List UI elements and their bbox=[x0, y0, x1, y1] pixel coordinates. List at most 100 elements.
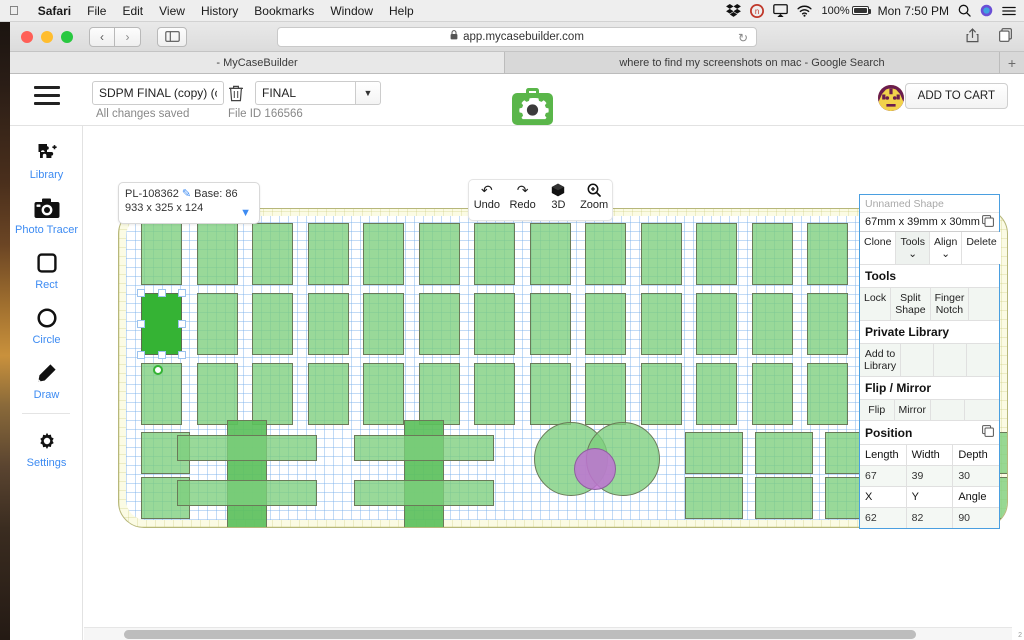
angle-input[interactable]: 90 bbox=[953, 508, 1000, 528]
browser-tab-0[interactable]: - MyCaseBuilder bbox=[10, 52, 505, 73]
align-dropdown-button[interactable]: Align ⌄ bbox=[929, 232, 963, 264]
resize-handle-4[interactable] bbox=[178, 320, 186, 328]
address-bar[interactable]: app.mycasebuilder.com ↻ bbox=[277, 26, 757, 47]
foam-cutout[interactable] bbox=[418, 223, 460, 285]
notification-center-icon[interactable] bbox=[1002, 5, 1016, 17]
forward-button[interactable]: › bbox=[115, 26, 141, 47]
finger-notch-button[interactable]: Finger Notch bbox=[930, 288, 970, 320]
share-icon[interactable] bbox=[966, 27, 979, 46]
redo-button[interactable]: ↷ Redo bbox=[505, 180, 541, 220]
foam-cutout[interactable] bbox=[640, 363, 682, 425]
foam-cutout[interactable] bbox=[363, 363, 404, 425]
maximize-window-button[interactable] bbox=[61, 30, 73, 43]
back-button[interactable]: ‹ bbox=[89, 26, 115, 47]
adblock-icon[interactable]: n bbox=[750, 3, 765, 18]
copy-icon[interactable] bbox=[982, 425, 994, 440]
tabs-overview-icon[interactable] bbox=[999, 27, 1012, 46]
foam-cutout[interactable] bbox=[474, 363, 515, 425]
add-to-cart-button[interactable]: ADD TO CART bbox=[904, 83, 1008, 109]
undo-button[interactable]: ↶ Undo bbox=[469, 180, 505, 220]
menubar-item-file[interactable]: File bbox=[79, 4, 114, 18]
chevron-down-icon[interactable]: ▼ bbox=[240, 207, 251, 219]
trash-icon[interactable] bbox=[228, 84, 244, 102]
foam-cutout[interactable] bbox=[196, 223, 238, 285]
dropbox-icon[interactable] bbox=[726, 4, 742, 17]
flip-button[interactable]: Flip bbox=[860, 400, 895, 420]
hamburger-icon[interactable] bbox=[34, 86, 60, 105]
foam-cutout[interactable] bbox=[252, 293, 293, 355]
foam-cutout[interactable] bbox=[474, 293, 515, 355]
copy-icon[interactable] bbox=[982, 214, 994, 230]
y-input[interactable]: 82 bbox=[906, 508, 954, 528]
foam-cutout[interactable] bbox=[696, 363, 737, 425]
foam-cutout-horizontal[interactable] bbox=[354, 480, 494, 506]
sidebar-item-draw[interactable]: Draw bbox=[10, 346, 83, 401]
foam-cutout[interactable] bbox=[755, 477, 813, 519]
reload-icon[interactable]: ↻ bbox=[738, 31, 748, 45]
foam-cutout-horizontal[interactable] bbox=[177, 480, 317, 506]
foam-cutout[interactable] bbox=[363, 293, 404, 355]
foam-cutout[interactable] bbox=[751, 223, 793, 285]
foam-cutout[interactable] bbox=[640, 293, 682, 355]
foam-cutout[interactable] bbox=[685, 432, 743, 474]
sidebar-item-library[interactable]: Library bbox=[10, 126, 83, 181]
sidebar-item-photo-tracer[interactable]: Photo Tracer bbox=[10, 181, 83, 236]
rotation-anchor-handle[interactable] bbox=[153, 365, 163, 375]
foam-cutout-horizontal[interactable] bbox=[354, 435, 494, 461]
foam-cutout[interactable] bbox=[585, 363, 626, 425]
resize-handle-7[interactable] bbox=[178, 351, 186, 359]
airplay-icon[interactable] bbox=[773, 4, 789, 17]
width-input[interactable]: 39 bbox=[906, 466, 954, 486]
foam-cutout[interactable] bbox=[640, 223, 682, 285]
menubar-item-help[interactable]: Help bbox=[381, 4, 422, 18]
clone-button[interactable]: Clone bbox=[860, 232, 897, 264]
tools-dropdown-button[interactable]: Tools ⌄ bbox=[896, 232, 930, 264]
depth-input[interactable]: 30 bbox=[953, 466, 1000, 486]
foam-cutout[interactable] bbox=[252, 223, 293, 285]
add-to-library-button[interactable]: Add to Library bbox=[860, 344, 902, 376]
foam-cutout[interactable] bbox=[196, 293, 238, 355]
foam-cutout[interactable] bbox=[363, 223, 404, 285]
sidebar-toggle-button[interactable] bbox=[157, 26, 187, 47]
foam-cutout[interactable] bbox=[307, 363, 349, 425]
foam-cutout[interactable] bbox=[252, 363, 293, 425]
foam-cutout[interactable] bbox=[529, 363, 571, 425]
close-window-button[interactable] bbox=[21, 30, 33, 43]
sidebar-item-rect[interactable]: Rect bbox=[10, 236, 83, 291]
resize-handle-1[interactable] bbox=[157, 289, 166, 297]
browser-tab-1[interactable]: where to find my screenshots on mac - Go… bbox=[505, 52, 1000, 73]
selected-shape[interactable] bbox=[141, 293, 182, 355]
zoom-button[interactable]: Zoom bbox=[576, 180, 612, 220]
wifi-icon[interactable] bbox=[797, 5, 813, 17]
menubar-clock[interactable]: Mon 7:50 PM bbox=[878, 4, 949, 18]
chevron-down-icon[interactable]: ▼ bbox=[355, 81, 381, 105]
new-tab-button[interactable]: + bbox=[1000, 52, 1024, 73]
part-info-panel[interactable]: PL-108362 ✎ Base: 86 933 x 325 x 124 ▼ bbox=[118, 182, 260, 224]
lock-button[interactable]: Lock bbox=[860, 288, 892, 320]
foam-cutout[interactable] bbox=[307, 223, 349, 285]
sidebar-item-circle[interactable]: Circle bbox=[10, 291, 83, 346]
split-shape-button[interactable]: Split Shape bbox=[891, 288, 931, 320]
mirror-button[interactable]: Mirror bbox=[894, 400, 931, 420]
siri-icon[interactable] bbox=[980, 4, 993, 17]
scrollbar-thumb[interactable] bbox=[124, 630, 916, 639]
sidebar-item-settings[interactable]: Settings bbox=[10, 414, 83, 469]
foam-cutout[interactable] bbox=[585, 223, 626, 285]
foam-cutout[interactable] bbox=[585, 293, 626, 355]
horizontal-scrollbar[interactable] bbox=[84, 627, 1012, 640]
foam-cutout[interactable] bbox=[751, 363, 793, 425]
3d-view-button[interactable]: 3D bbox=[541, 180, 577, 220]
folder-input[interactable] bbox=[255, 81, 355, 105]
pencil-icon[interactable]: ✎ bbox=[182, 188, 191, 200]
foam-cutout[interactable] bbox=[418, 363, 460, 425]
foam-cutout[interactable] bbox=[418, 293, 460, 355]
foam-cutout[interactable] bbox=[807, 223, 848, 285]
menubar-item-window[interactable]: Window bbox=[322, 4, 381, 18]
foam-cutout[interactable] bbox=[807, 363, 848, 425]
minimize-window-button[interactable] bbox=[41, 30, 53, 43]
foam-cutout[interactable] bbox=[807, 293, 848, 355]
foam-cutout-circle-center[interactable] bbox=[574, 448, 616, 490]
menubar-item-history[interactable]: History bbox=[193, 4, 246, 18]
foam-cutout[interactable] bbox=[307, 293, 349, 355]
battery-indicator[interactable]: 100% bbox=[821, 5, 871, 17]
